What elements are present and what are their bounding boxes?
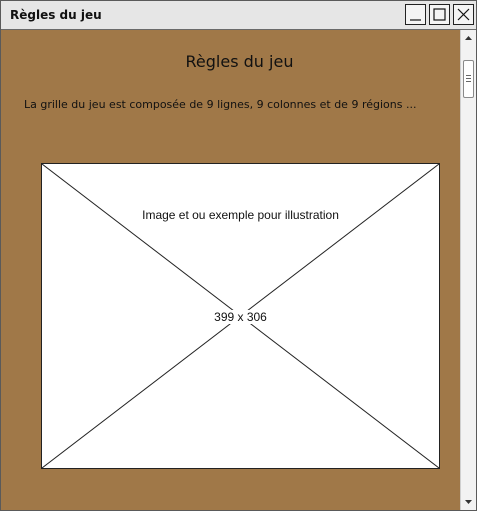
scroll-up-arrow-icon — [465, 36, 472, 40]
minimize-icon — [410, 19, 421, 21]
scroll-down-arrow-icon — [465, 500, 472, 504]
image-placeholder: Image et ou exemple pour illustration 39… — [41, 163, 440, 469]
grip-line — [466, 81, 471, 82]
rules-paragraph: La grille du jeu est composée de 9 ligne… — [24, 98, 417, 111]
placeholder-caption: Image et ou exemple pour illustration — [142, 208, 339, 222]
app-window: Règles du jeu Règles du jeu La grille du… — [0, 0, 477, 511]
maximize-icon — [433, 8, 446, 21]
title-bar[interactable]: Règles du jeu — [1, 1, 476, 30]
grip-line — [466, 78, 471, 79]
scroll-down-button[interactable] — [461, 494, 476, 510]
minimize-button[interactable] — [405, 4, 426, 25]
scroll-thumb[interactable] — [463, 60, 474, 98]
scroll-up-button[interactable] — [461, 30, 476, 46]
vertical-scrollbar[interactable] — [460, 30, 476, 510]
page-title: Règles du jeu — [185, 52, 294, 71]
close-icon — [457, 8, 470, 21]
close-button[interactable] — [453, 4, 474, 25]
placeholder-size-label: 399 x 306 — [212, 310, 269, 324]
window-title: Règles du jeu — [10, 8, 102, 22]
content-area: Règles du jeu La grille du jeu est compo… — [1, 30, 460, 510]
maximize-button[interactable] — [429, 4, 450, 25]
grip-line — [466, 75, 471, 76]
placeholder-size-wrap: 399 x 306 — [42, 310, 439, 324]
